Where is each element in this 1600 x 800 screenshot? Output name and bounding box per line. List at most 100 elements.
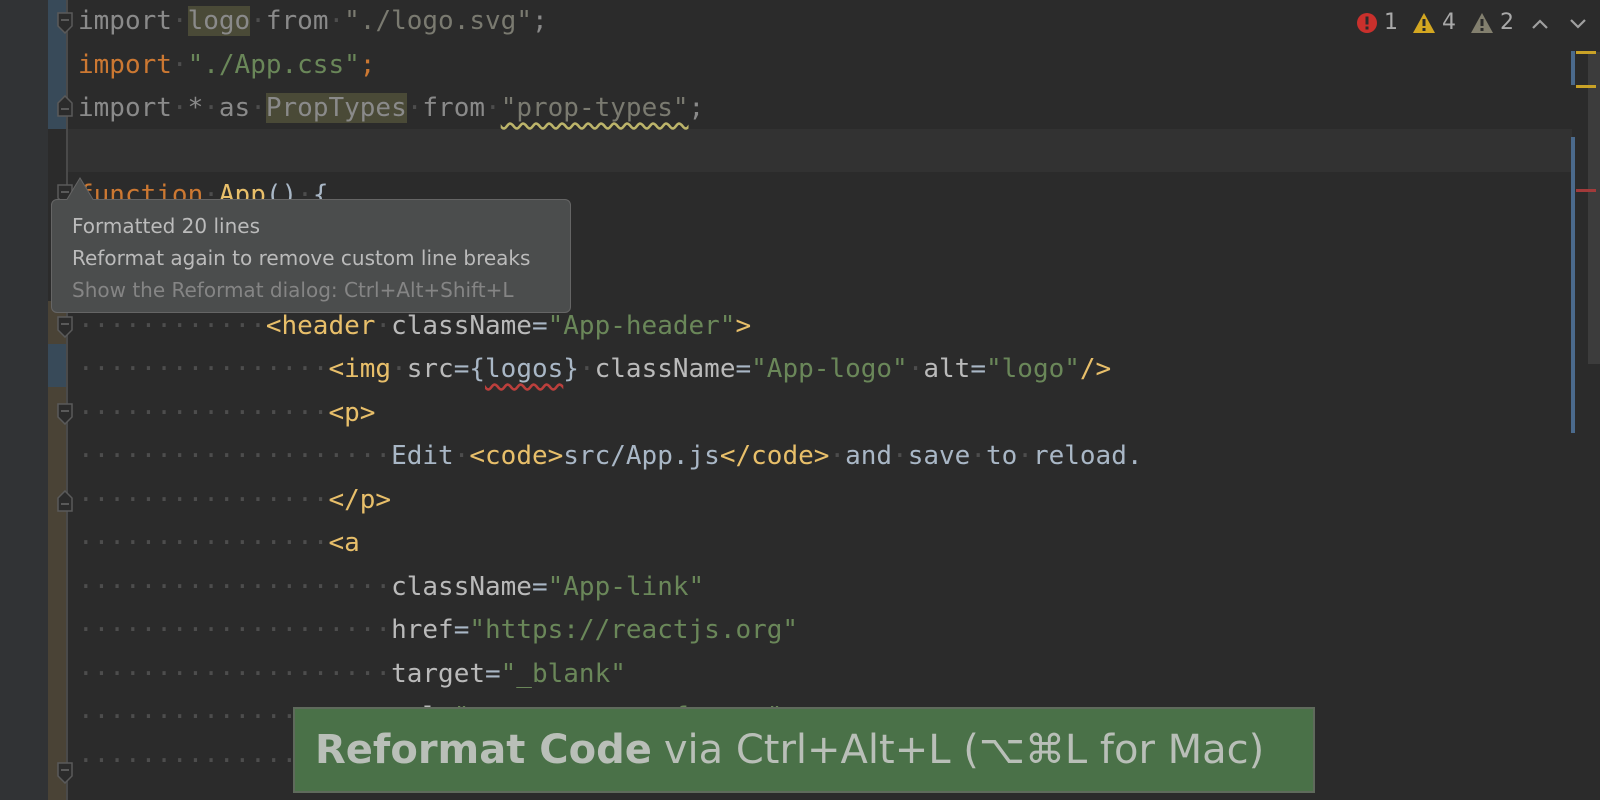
fold-start-icon[interactable] — [57, 762, 73, 784]
code-editor[interactable]: import·logo·from·"./logo.svg"; import·"./… — [78, 0, 1143, 783]
code-token: src — [406, 354, 454, 384]
warning-icon — [1413, 12, 1435, 33]
code-token: "./App.css" — [187, 49, 360, 80]
code-token: ; — [531, 6, 548, 36]
code-token: "https://reactjs.org" — [469, 615, 799, 645]
code-token: src/App.js — [563, 441, 720, 471]
whitespace: · — [970, 441, 986, 471]
tooltip-hint: Reformat again to remove custom line bre… — [72, 246, 531, 270]
code-token: PropTypes — [265, 93, 407, 123]
code-token: <p> — [328, 397, 376, 428]
indent-whitespace: ···················· — [78, 615, 392, 645]
code-token: </code> — [719, 441, 830, 471]
code-token: } — [563, 354, 579, 384]
whitespace: · — [375, 310, 392, 341]
error-icon — [1357, 12, 1377, 33]
whitespace: · — [406, 93, 423, 123]
code-token: "_blank" — [500, 658, 626, 689]
errors-count[interactable]: 1 — [1356, 10, 1398, 35]
code-token: reload. — [1032, 441, 1143, 471]
banner-action: Reformat Code — [315, 727, 652, 773]
warning-stripe-marker[interactable] — [1576, 85, 1596, 88]
code-line[interactable]: ····················target="_blank" — [78, 653, 1143, 697]
warning-stripe-marker[interactable] — [1576, 51, 1596, 54]
weak-warnings-count[interactable]: 2 — [1470, 10, 1514, 35]
banner-shortcut: via Ctrl+Alt+L (⌥⌘L for Mac) — [663, 727, 1265, 773]
fold-start-icon[interactable] — [57, 403, 73, 425]
indent-whitespace: ············ — [78, 310, 266, 341]
code-line[interactable] — [78, 131, 1143, 175]
code-token: to — [985, 441, 1018, 471]
code-line[interactable]: import·*·as·PropTypes·from·"prop-types"; — [78, 87, 1143, 131]
fold-end-icon[interactable] — [57, 490, 73, 512]
code-token: from — [422, 93, 486, 123]
vcs-change-stripe[interactable] — [1571, 51, 1575, 85]
whitespace: · — [1017, 441, 1033, 471]
fold-end-icon[interactable] — [57, 95, 73, 117]
code-token: import — [78, 93, 172, 123]
code-line[interactable]: ····················className="App-link" — [78, 566, 1143, 610]
code-token: ; — [359, 49, 376, 80]
fold-start-icon[interactable] — [57, 316, 73, 338]
tooltip-arrow — [66, 177, 96, 202]
code-token: "App-header" — [547, 310, 736, 341]
inspection-widget[interactable]: 1 4 2 — [1356, 10, 1590, 35]
code-token: <img — [328, 354, 392, 384]
whitespace: · — [203, 93, 219, 123]
indent-whitespace: ················ — [78, 354, 329, 384]
code-token: "logo" — [985, 354, 1080, 384]
fold-start-icon[interactable] — [57, 12, 73, 34]
error-stripe-marker[interactable] — [1576, 189, 1596, 192]
code-token: target — [391, 658, 485, 689]
code-token: = — [453, 615, 470, 645]
code-token: = — [735, 354, 752, 384]
next-highlight-button[interactable] — [1566, 11, 1590, 35]
code-token: <header — [265, 310, 376, 341]
code-token: = — [531, 571, 548, 602]
code-token: as — [218, 93, 251, 123]
code-token: > — [735, 310, 752, 341]
code-token: href — [391, 615, 454, 645]
chevron-up-icon — [1532, 18, 1548, 29]
code-token: "prop-types" — [500, 93, 689, 123]
code-token: </p> — [328, 484, 392, 515]
code-line[interactable]: ················</p> — [78, 479, 1143, 523]
code-line[interactable]: ····················href="https://reactj… — [78, 609, 1143, 653]
left-panel-strip — [0, 0, 48, 800]
code-token: import — [78, 6, 172, 36]
code-line[interactable]: ····················Edit·<code>src/App.j… — [78, 435, 1143, 479]
code-token: = — [531, 310, 548, 341]
code-line[interactable]: import·"./App.css"; — [78, 44, 1143, 88]
whitespace: · — [328, 6, 345, 36]
vcs-modified-marker[interactable] — [48, 344, 66, 387]
vcs-change-stripe[interactable] — [1571, 137, 1575, 433]
previous-highlight-button[interactable] — [1528, 11, 1552, 35]
code-line[interactable]: ················<img·src={logos}·classNa… — [78, 348, 1143, 392]
whitespace: · — [829, 441, 846, 471]
code-token: alt — [923, 354, 971, 384]
whitespace: · — [453, 441, 470, 471]
vcs-changed-marker[interactable] — [48, 387, 66, 800]
whitespace: · — [171, 6, 188, 36]
scrollbar-thumb[interactable] — [1588, 52, 1600, 364]
code-token: = — [485, 658, 501, 689]
code-token: "App-link" — [547, 571, 705, 602]
code-token: Edit — [391, 441, 454, 471]
code-token: ; — [688, 93, 705, 123]
code-token: className — [594, 354, 736, 384]
code-token: "App-logo" — [751, 354, 908, 384]
code-token: className — [391, 571, 532, 602]
whitespace: · — [250, 6, 266, 36]
code-token: <a — [328, 528, 360, 558]
chevron-down-icon — [1570, 18, 1586, 29]
code-token: * — [187, 93, 204, 123]
code-token: logo — [187, 6, 251, 36]
warnings-count[interactable]: 4 — [1412, 10, 1456, 35]
indent-whitespace: ················ — [78, 528, 329, 558]
code-line[interactable]: ················<p> — [78, 392, 1143, 436]
whitespace: · — [171, 93, 188, 123]
gutter-separator — [66, 0, 68, 800]
code-line[interactable]: import·logo·from·"./logo.svg"; — [78, 0, 1143, 44]
code-token: ={ — [453, 354, 486, 384]
code-line[interactable]: ················<a — [78, 522, 1143, 566]
